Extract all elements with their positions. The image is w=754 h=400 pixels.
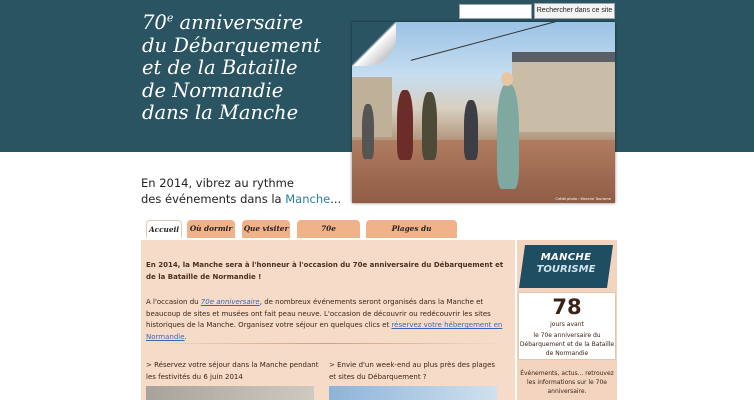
- logo-line-1: MANCHE: [540, 252, 592, 263]
- photo-person-dancer: [497, 84, 519, 189]
- news-teaser[interactable]: Événements, actus... retrouvez les infor…: [518, 369, 616, 396]
- title-line-4: de Normandie: [142, 78, 284, 102]
- title-line-1: 70: [142, 11, 167, 34]
- photo-person: [397, 90, 413, 160]
- photo-person-head: [501, 72, 513, 86]
- search-input[interactable]: [459, 4, 532, 19]
- promo-thumbnail[interactable]: [329, 386, 497, 400]
- tagline-line-2: des événements dans la: [141, 191, 286, 206]
- body-paragraph: A l'occasion du 70e anniversaire, de nom…: [146, 297, 508, 343]
- tab-ou-dormir[interactable]: Où dormir ?: [187, 220, 235, 251]
- divider: [146, 343, 508, 344]
- countdown-text: le 70e anniversaire du Débarquement et d…: [519, 332, 615, 357]
- title-line-1-rest: anniversaire: [173, 11, 304, 34]
- photo-ground: [352, 140, 615, 203]
- tab-plages-debarquement[interactable]: Plages du Débarquement: [366, 220, 457, 251]
- tagline-highlight: Manche: [285, 191, 331, 206]
- tab-70e-anniversaire[interactable]: 70e anniversaire: [297, 220, 360, 251]
- page-title: 70e anniversaire du Débarquement et de l…: [142, 11, 347, 125]
- title-line-5: dans la Manche: [142, 101, 299, 124]
- logo-line-2: TOURISME: [536, 264, 596, 275]
- tagline: En 2014, vibrez au rythme des événements…: [141, 176, 346, 207]
- title-line-2: du Débarquement: [142, 33, 321, 57]
- body-text-a: A l'occasion du: [146, 298, 201, 306]
- photo-building: [512, 62, 615, 132]
- countdown-unit: jours avant: [550, 321, 584, 328]
- promo-thumbnail[interactable]: [146, 386, 314, 400]
- photo-person: [362, 104, 374, 159]
- logo-text: MANCHE TOURISME: [522, 252, 610, 276]
- intro-text: En 2014, la Manche sera à l'honneur à l'…: [146, 261, 504, 281]
- search-button[interactable]: Rechercher dans ce site: [534, 3, 615, 19]
- photo-caption: Crédit photo : Manche Tourisme: [555, 197, 611, 201]
- photo-person: [464, 100, 478, 160]
- promo-reservez-sejour[interactable]: > Réservez votre séjour dans la Manche p…: [146, 360, 321, 383]
- body-text-c: .: [184, 332, 187, 341]
- link-70e-anniversaire[interactable]: 70e anniversaire: [201, 298, 260, 306]
- tab-que-visiter[interactable]: Que visiter ?: [242, 220, 290, 251]
- photo-person: [422, 92, 437, 160]
- tagline-ellipsis: ...: [330, 191, 342, 206]
- countdown-number: 78: [552, 295, 582, 319]
- tab-accueil[interactable]: Accueil: [146, 220, 182, 238]
- promo-week-end-plages[interactable]: > Envie d'un week-end au plus près des p…: [329, 360, 504, 383]
- title-line-3: et de la Bataille: [142, 56, 298, 79]
- tagline-line-1: En 2014, vibrez au rythme: [141, 176, 294, 190]
